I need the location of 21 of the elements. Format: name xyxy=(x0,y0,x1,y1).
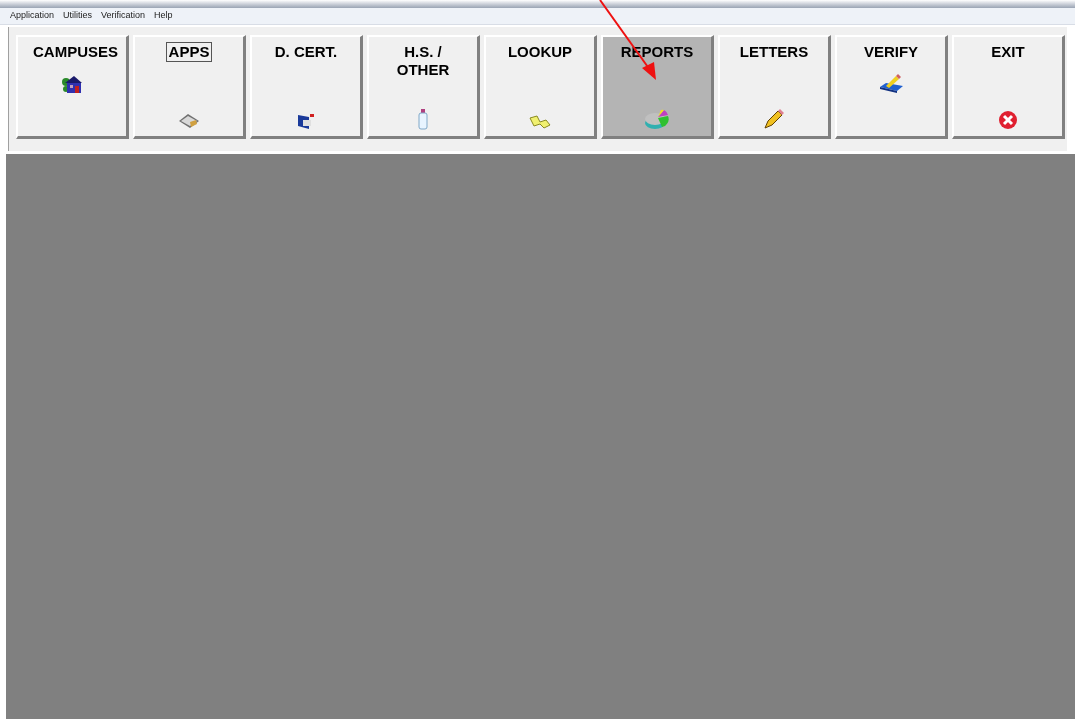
toolbar-button[interactable]: LETTERS xyxy=(718,35,831,139)
toolbar-button[interactable]: APPS xyxy=(133,35,246,139)
menu-item[interactable]: Help xyxy=(154,9,173,23)
glasses-icon xyxy=(528,114,552,130)
bottle-icon xyxy=(417,108,429,130)
pencil-pad-icon xyxy=(878,74,904,94)
toolbar-button[interactable]: LOOKUP xyxy=(484,35,597,139)
menu-item[interactable]: Application xyxy=(10,9,55,23)
menu-item[interactable]: Utilities xyxy=(63,9,93,23)
pencil-icon xyxy=(763,108,785,130)
toolbar-button[interactable]: CAMPUSES xyxy=(16,35,129,139)
toolbar-button[interactable]: EXIT xyxy=(952,35,1065,139)
house-icon xyxy=(61,74,83,94)
pie-chart-icon xyxy=(644,108,670,130)
folder-icon xyxy=(297,112,315,130)
toolbar-button[interactable]: H.S. / OTHER xyxy=(367,35,480,139)
close-icon xyxy=(998,110,1018,130)
toolbar-button[interactable]: VERIFY xyxy=(835,35,948,139)
toolbar-button[interactable]: D. CERT. xyxy=(250,35,363,139)
menu-item[interactable]: Verification xyxy=(101,9,146,23)
book-icon xyxy=(178,112,200,130)
